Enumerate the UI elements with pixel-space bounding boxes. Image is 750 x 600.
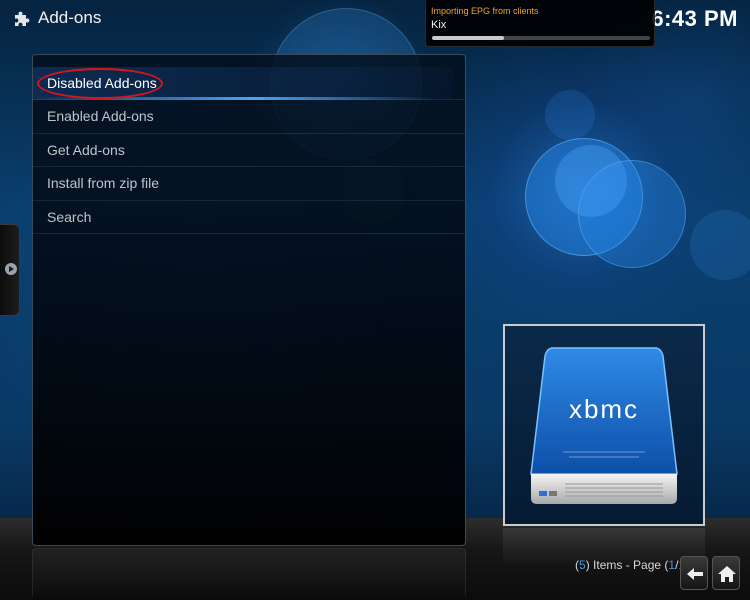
panel-reflection (32, 548, 466, 596)
page-info: (5) Items - Page (1/1) (575, 558, 689, 572)
notification-text: Kix (431, 19, 447, 31)
red-circle-annotation (37, 68, 163, 99)
back-button[interactable] (680, 556, 708, 590)
addons-list-panel: Disabled Add-ons Enabled Add-ons Get Add… (32, 54, 466, 546)
menu-item-search[interactable]: Search (33, 201, 465, 234)
clock: 6:43 PM (651, 6, 738, 31)
notification-toast: Importing EPG from clients Kix (425, 0, 655, 47)
back-arrow-icon (687, 568, 703, 580)
items-label: Items - Page ( (589, 558, 669, 572)
puzzle-piece-icon (15, 11, 30, 26)
menu-item-label: Install from zip file (47, 175, 160, 192)
page-title: Add-ons (38, 8, 102, 27)
menu-item-install-from-zip[interactable]: Install from zip file (33, 167, 465, 201)
items-count: 5 (579, 558, 586, 572)
side-menu-tab[interactable] (0, 224, 20, 316)
home-button[interactable] (712, 556, 740, 590)
menu-item-label: Search (47, 208, 92, 225)
menu-item-disabled-addons[interactable]: Disabled Add-ons (33, 67, 465, 101)
side-menu-arrow-icon (5, 263, 17, 275)
menu-item-enabled-addons[interactable]: Enabled Add-ons (33, 100, 465, 134)
bg-bubble (555, 145, 627, 217)
addon-thumbnail: xbmc (503, 324, 705, 526)
notification-progress-fill (432, 36, 504, 40)
bg-bubble (545, 90, 595, 140)
xbmc-hard-drive-icon: xbmc (530, 347, 678, 504)
menu-item-label: Get Add-ons (47, 141, 125, 158)
home-icon (718, 566, 736, 582)
menu-item-get-addons[interactable]: Get Add-ons (33, 134, 465, 168)
xbmc-logo-text: xbmc (569, 394, 639, 424)
addons-menu: Disabled Add-ons Enabled Add-ons Get Add… (33, 67, 465, 234)
menu-item-label: Enabled Add-ons (47, 108, 154, 125)
notification-progress-bar (432, 36, 650, 40)
notification-title: Importing EPG from clients (431, 6, 539, 16)
bg-bubble (690, 210, 750, 280)
